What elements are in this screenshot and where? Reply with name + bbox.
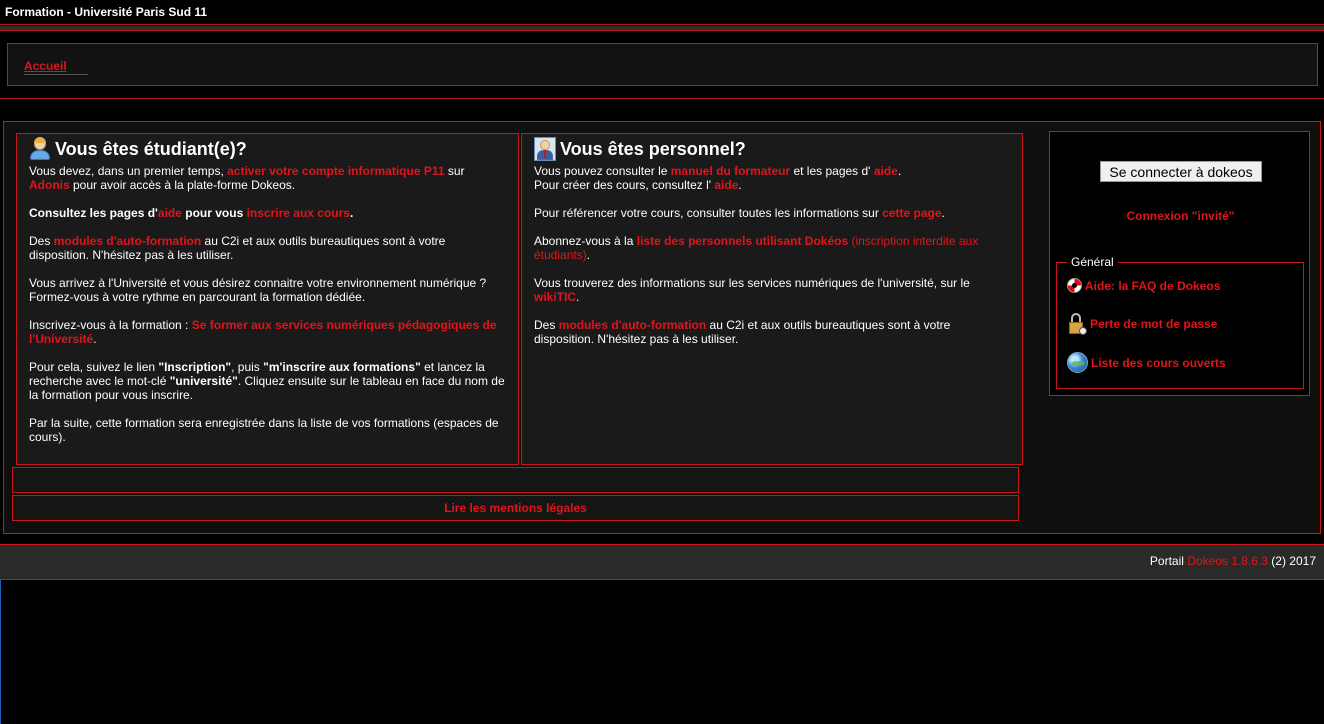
faq-link[interactable]: Aide: la FAQ de Dokeos [1085,279,1220,293]
connect-button[interactable]: Se connecter à dokeos [1100,161,1262,182]
adonis-link[interactable]: Adonis [29,178,70,192]
students-panel: Vous êtes étudiant(e)? Vous devez, dans … [16,133,519,465]
wikitic-link[interactable]: wikiTIC [534,290,576,304]
staff-paragraph-wiki: Vous trouverez des informations sur les … [534,276,970,304]
menu-item-password[interactable]: Perte de mot de passe [1067,313,1217,335]
lost-password-link[interactable]: Perte de mot de passe [1090,317,1217,331]
student-modules-link[interactable]: modules d'auto-formation [54,234,202,248]
students-paragraph-training: Inscrivez-vous à la formation : Se forme… [29,318,497,346]
lifebuoy-icon [1067,278,1082,293]
general-menu: Général Aide: la FAQ de Dokeos Perte de … [1056,255,1304,389]
students-paragraph-newcomer: Vous arrivez à l'Université et vous dési… [29,276,487,304]
trainer-manual-link[interactable]: manuel du formateur [671,164,790,178]
dokeos-version-link[interactable]: Dokeos 1.8.6.3 [1187,554,1268,568]
divider [0,98,1324,99]
window-edge [0,580,1,724]
breadcrumb: Accueil [7,43,1318,86]
header-stripe [0,26,1324,31]
staff-user-icon [534,137,556,161]
create-course-help-link[interactable]: aide [714,178,738,192]
login-sidebar: Se connecter à dokeos Connexion "invité"… [1049,131,1310,396]
legal-strip: Lire les mentions légales [12,495,1019,521]
breadcrumb-underline [24,74,88,75]
students-paragraph-modules: Des modules d'auto-formation au C2i et a… [29,234,446,262]
empty-strip [12,467,1019,493]
register-courses-link[interactable]: inscrire aux cours [247,206,350,220]
student-user-icon [29,137,51,161]
students-heading: Vous êtes étudiant(e)? [29,134,506,164]
students-paragraph-help: Consultez les pages d'aide pour vous ins… [29,206,354,220]
staff-paragraph-modules: Des modules d'auto-formation au C2i et a… [534,318,951,346]
footer-text: Portail Dokeos 1.8.6.3 (2) 2017 [1149,554,1316,568]
staff-modules-link[interactable]: modules d'auto-formation [559,318,707,332]
menu-item-faq[interactable]: Aide: la FAQ de Dokeos [1067,278,1220,293]
students-paragraph-followup: Par la suite, cette formation sera enreg… [29,416,499,444]
lock-icon [1067,313,1087,335]
guest-login-container: Connexion "invité" [1050,209,1311,223]
student-help-link[interactable]: aide [158,206,182,220]
breadcrumb-home-link[interactable]: Accueil [24,59,67,73]
general-legend: Général [1067,255,1118,269]
globe-icon [1067,352,1088,373]
legal-notice-link[interactable]: Lire les mentions légales [444,501,587,515]
reference-course-link[interactable]: cette page [882,206,941,220]
menu-item-open-courses[interactable]: Liste des cours ouverts [1067,352,1226,373]
staff-heading: Vous êtes personnel? [534,134,1010,164]
top-header-bar: Formation - Université Paris Sud 11 [0,0,1324,25]
students-paragraph-account: Vous devez, dans un premier temps, activ… [29,164,465,192]
site-title: Formation - Université Paris Sud 11 [5,5,208,19]
staff-title: Vous êtes personnel? [560,139,746,159]
staff-paragraph-mailing: Abonnez-vous à la liste des personnels u… [534,234,979,262]
staff-paragraph-manual: Vous pouvez consulter le manuel du forma… [534,164,902,192]
students-paragraph-instructions: Pour cela, suivez le lien "Inscription",… [29,360,505,402]
staff-panel: Vous êtes personnel? Vous pouvez consult… [521,133,1023,465]
students-title: Vous êtes étudiant(e)? [55,139,247,159]
guest-login-link[interactable]: Connexion "invité" [1126,209,1234,223]
activate-account-link[interactable]: activer votre compte informatique P11 [227,164,444,178]
footer: Portail Dokeos 1.8.6.3 (2) 2017 [0,544,1324,580]
staff-mailing-list-link[interactable]: liste des personnels utilisant Dokéos [637,234,848,248]
staff-paragraph-reference: Pour référencer votre cours, consulter t… [534,206,945,220]
open-courses-link[interactable]: Liste des cours ouverts [1091,356,1226,370]
staff-help-link[interactable]: aide [874,164,898,178]
